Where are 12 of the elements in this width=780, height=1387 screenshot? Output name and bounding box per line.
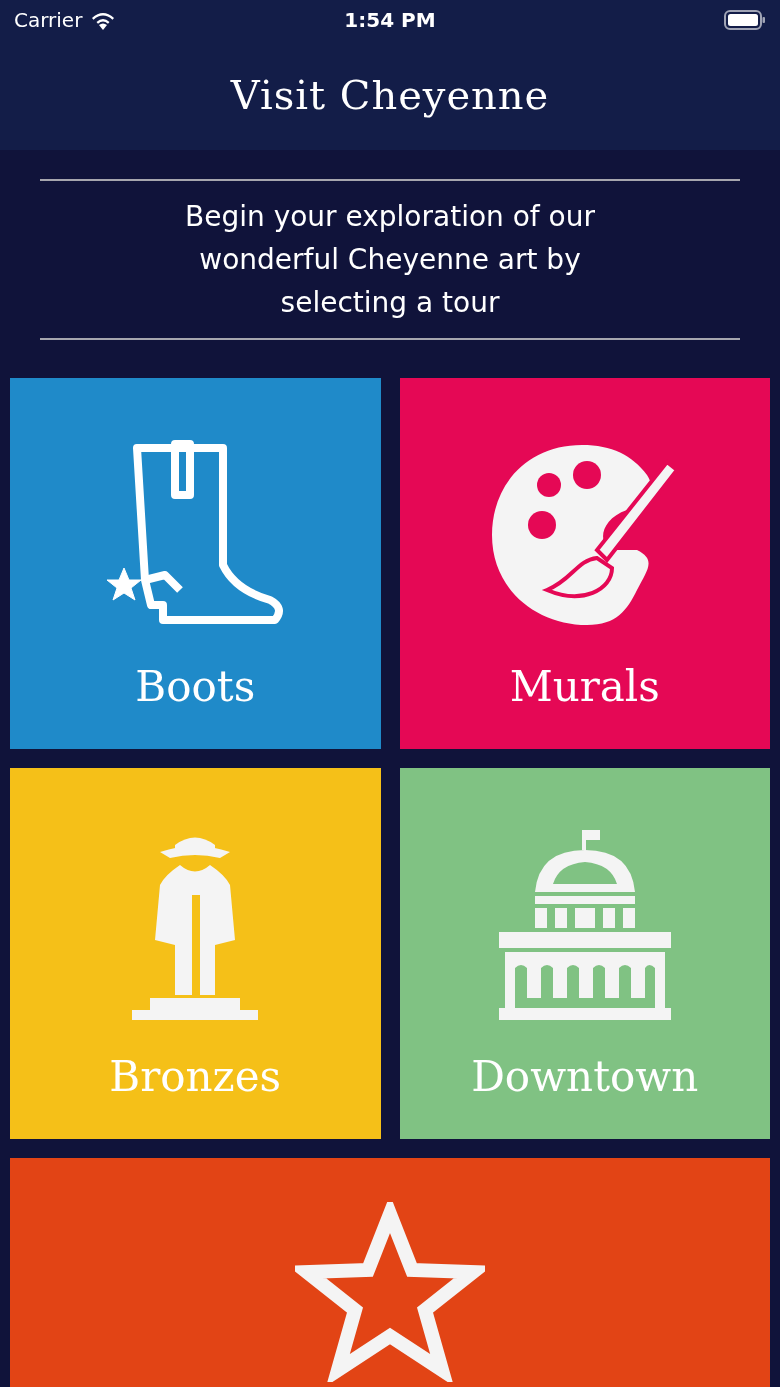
clock-time: 1:54 PM bbox=[344, 7, 436, 34]
screen-title: Visit Cheyenne bbox=[230, 71, 550, 120]
tour-tile[interactable]: Downtown bbox=[399, 768, 770, 1139]
carrier-label: Carrier bbox=[14, 7, 83, 34]
intro-text: Begin your exploration of our wonderful Cheyenne art by selecting a tour bbox=[184, 199, 596, 321]
tour-tile[interactable] bbox=[10, 1158, 770, 1387]
wifi-icon bbox=[90, 10, 117, 30]
tour-tile[interactable]: Boots bbox=[10, 378, 381, 749]
battery-icon bbox=[724, 10, 766, 30]
star-icon bbox=[295, 1202, 485, 1382]
tour-tile[interactable]: Murals bbox=[399, 378, 770, 749]
capitol-icon bbox=[498, 829, 671, 1020]
